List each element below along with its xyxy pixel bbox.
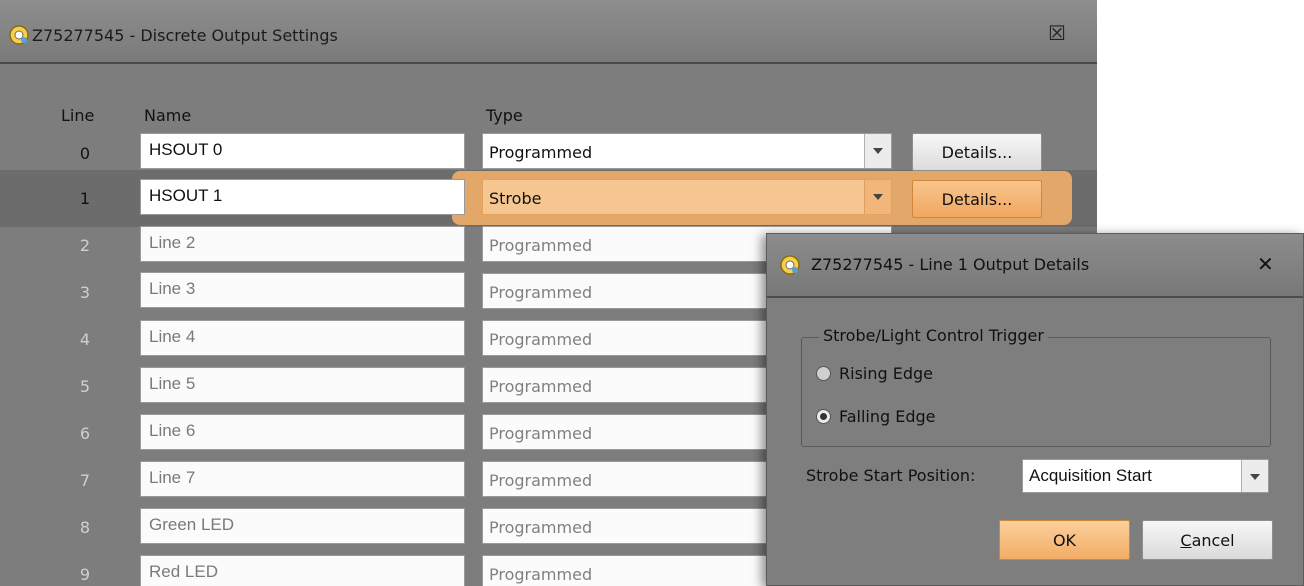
chevron-down-icon[interactable] xyxy=(864,180,891,214)
type-value-7: Programmed xyxy=(489,471,593,490)
details-button-0[interactable]: Details... xyxy=(912,133,1042,171)
chevron-down-icon[interactable] xyxy=(1241,460,1268,492)
name-field-7[interactable]: Line 7 xyxy=(140,461,465,497)
rising-edge-label[interactable]: Rising Edge xyxy=(839,364,933,383)
cancel-label-rest: ancel xyxy=(1191,531,1235,550)
app-camera-icon xyxy=(9,25,29,45)
falling-edge-label[interactable]: Falling Edge xyxy=(839,407,936,426)
details-close-icon[interactable]: ✕ xyxy=(1257,252,1274,276)
cancel-button[interactable]: Cancel xyxy=(1142,520,1273,560)
header-line: Line xyxy=(61,106,95,125)
type-value-4: Programmed xyxy=(489,330,593,349)
type-select-1[interactable]: Strobe xyxy=(482,179,892,215)
details-dialog-title: Z75277545 - Line 1 Output Details xyxy=(811,255,1090,274)
type-value-1: Strobe xyxy=(489,189,542,208)
strobe-trigger-group xyxy=(801,337,1271,447)
app-camera-icon xyxy=(780,255,800,275)
strobe-trigger-group-label: Strobe/Light Control Trigger xyxy=(819,326,1048,345)
name-field-6[interactable]: Line 6 xyxy=(140,414,465,450)
strobe-start-select[interactable]: Acquisition Start xyxy=(1022,459,1269,493)
type-value-8: Programmed xyxy=(489,518,593,537)
line-number-4: 4 xyxy=(79,330,91,349)
name-field-4[interactable]: Line 4 xyxy=(140,320,465,356)
header-type: Type xyxy=(486,106,523,125)
line-number-0: 0 xyxy=(79,144,91,163)
main-close-icon[interactable]: ☒ xyxy=(1046,22,1068,44)
type-select-0[interactable]: Programmed xyxy=(482,133,892,169)
details-button-1[interactable]: Details... xyxy=(912,180,1042,218)
line-number-3: 3 xyxy=(79,283,91,302)
type-value-5: Programmed xyxy=(489,377,593,396)
details-titlebar: Z75277545 - Line 1 Output Details ✕ xyxy=(767,234,1303,298)
line-output-details-dialog: Z75277545 - Line 1 Output Details ✕ Stro… xyxy=(766,233,1304,586)
type-value-2: Programmed xyxy=(489,236,593,255)
ok-button[interactable]: OK xyxy=(999,520,1130,560)
cancel-accelerator: C xyxy=(1180,531,1192,550)
line-number-1: 1 xyxy=(79,189,91,208)
name-field-3[interactable]: Line 3 xyxy=(140,272,465,308)
line-number-9: 9 xyxy=(79,565,91,584)
name-field-8[interactable]: Green LED xyxy=(140,508,465,544)
header-name: Name xyxy=(144,106,192,125)
main-window-title: Z75277545 - Discrete Output Settings xyxy=(32,26,338,45)
line-number-2: 2 xyxy=(79,236,91,255)
type-value-9: Programmed xyxy=(489,565,593,584)
line-number-7: 7 xyxy=(79,471,91,490)
name-field-2[interactable]: Line 2 xyxy=(140,226,465,262)
name-field-1[interactable]: HSOUT 1 xyxy=(140,179,465,215)
type-value-3: Programmed xyxy=(489,283,593,302)
name-field-0[interactable]: HSOUT 0 xyxy=(140,133,465,169)
line-number-5: 5 xyxy=(79,377,91,396)
strobe-start-label: Strobe Start Position: xyxy=(806,466,976,485)
rising-edge-radio[interactable] xyxy=(816,366,831,381)
name-field-5[interactable]: Line 5 xyxy=(140,367,465,403)
line-number-8: 8 xyxy=(79,518,91,537)
falling-edge-radio[interactable] xyxy=(816,409,831,424)
type-value-0: Programmed xyxy=(489,143,593,162)
main-titlebar: Z75277545 - Discrete Output Settings ☒ xyxy=(0,0,1097,64)
chevron-down-icon[interactable] xyxy=(864,134,891,168)
type-value-6: Programmed xyxy=(489,424,593,443)
name-field-9[interactable]: Red LED xyxy=(140,555,465,586)
strobe-start-value: Acquisition Start xyxy=(1029,466,1152,485)
line-number-6: 6 xyxy=(79,424,91,443)
